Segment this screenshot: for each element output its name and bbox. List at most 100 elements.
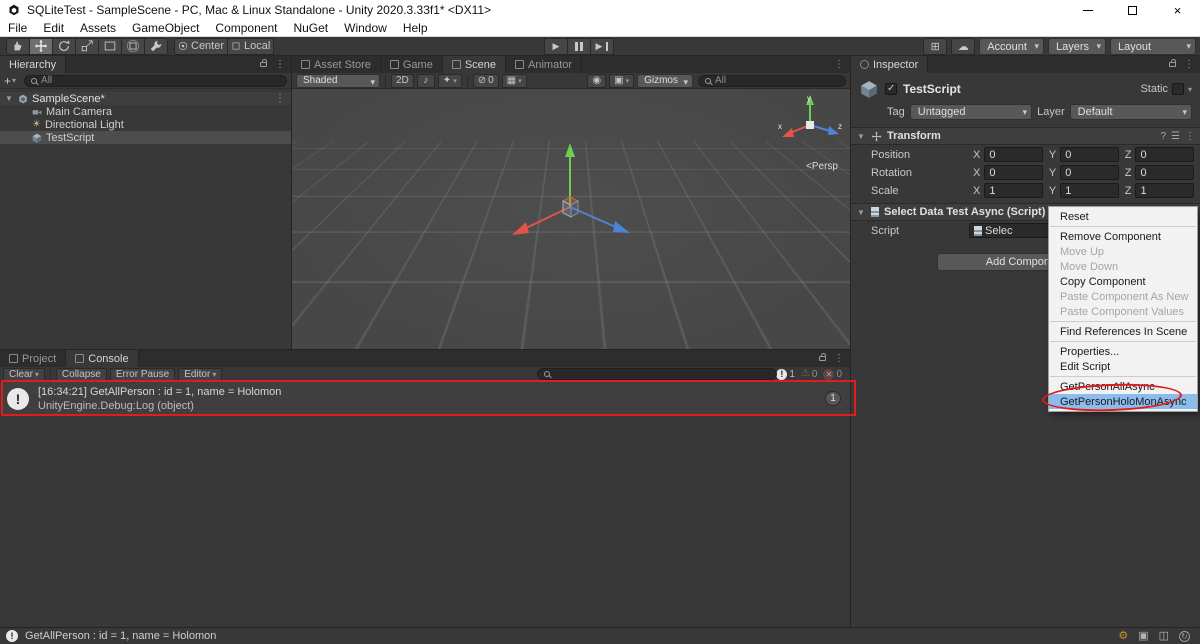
console-log-entry[interactable]: ! [16:34:21] GetAllPerson : id = 1, name… — [0, 382, 850, 416]
rect-tool-button[interactable] — [98, 38, 122, 55]
transform-tool-button[interactable] — [121, 38, 145, 55]
hierarchy-item-main-camera[interactable]: Main Camera — [0, 105, 291, 118]
pivot-local-button[interactable]: Local — [227, 38, 274, 55]
kebab-menu-icon[interactable]: ⋮ — [834, 59, 844, 70]
tab-asset-store[interactable]: Asset Store — [292, 56, 381, 73]
menu-window[interactable]: Window — [336, 21, 395, 35]
account-dropdown[interactable]: Account — [979, 38, 1044, 55]
menu-assets[interactable]: Assets — [72, 21, 124, 35]
tab-hierarchy[interactable]: Hierarchy — [0, 56, 66, 73]
tab-inspector[interactable]: Inspector — [851, 56, 928, 73]
2d-toggle-button[interactable]: 2D — [391, 74, 414, 88]
play-button[interactable]: ▶ — [544, 38, 568, 55]
position-x-field[interactable]: 0 — [984, 147, 1043, 162]
status-message[interactable]: GetAllPerson : id = 1, name = Holomon — [25, 630, 216, 642]
gizmos-dropdown[interactable]: Gizmos — [637, 74, 693, 88]
menu-component[interactable]: Component — [207, 21, 285, 35]
active-checkbox[interactable] — [885, 83, 897, 95]
compile-icon[interactable]: ⚙ — [1118, 631, 1128, 642]
scale-y-field[interactable]: 1 — [1060, 183, 1119, 198]
menu-edit[interactable]: Edit — [35, 21, 72, 35]
progress-spinner-icon[interactable]: ↻ — [1179, 631, 1190, 642]
rotation-x-field[interactable]: 0 — [984, 165, 1043, 180]
custom-tool-button[interactable] — [144, 38, 168, 55]
close-button[interactable]: × — [1155, 0, 1200, 20]
layers-dropdown[interactable]: Layers — [1048, 38, 1106, 55]
orientation-gizmo[interactable]: x y z — [776, 91, 844, 159]
pause-button[interactable] — [567, 38, 591, 55]
move-tool-button[interactable] — [29, 38, 53, 55]
foldout-icon[interactable]: ▼ — [856, 208, 866, 217]
scale-z-field[interactable]: 1 — [1135, 183, 1194, 198]
context-menu-item-find-references[interactable]: Find References In Scene — [1049, 324, 1197, 339]
menu-file[interactable]: File — [0, 21, 35, 35]
console-search-input[interactable] — [537, 368, 777, 380]
kebab-menu-icon[interactable]: ⋮ — [1184, 59, 1194, 70]
scene-viewport[interactable]: x y z <Persp — [292, 89, 850, 349]
scene-root-row[interactable]: ▼ SampleScene* ⋮ — [0, 92, 291, 105]
hierarchy-search-input[interactable]: All — [24, 75, 287, 87]
collapse-button[interactable]: Collapse — [56, 368, 107, 381]
scene-kebab-icon[interactable]: ⋮ — [275, 93, 285, 104]
grid-toggle-button[interactable]: ▦ ▾ — [502, 74, 527, 88]
kebab-menu-icon[interactable]: ⋮ — [1185, 131, 1195, 142]
menu-help[interactable]: Help — [395, 21, 436, 35]
foldout-icon[interactable]: ▼ — [4, 94, 14, 103]
menu-gameobject[interactable]: GameObject — [124, 21, 207, 35]
create-object-button[interactable]: + ▾ — [4, 74, 16, 88]
layer-dropdown[interactable]: Default — [1070, 104, 1192, 120]
hierarchy-item-testscript[interactable]: TestScript — [0, 131, 291, 144]
context-menu-item-reset[interactable]: Reset — [1049, 209, 1197, 224]
context-menu-item-edit-script[interactable]: Edit Script — [1049, 359, 1197, 374]
static-toggle[interactable]: Static ▾ — [1140, 83, 1192, 95]
context-menu-item-getpersonallasync[interactable]: GetPersonAllAsync — [1049, 379, 1197, 394]
visibility-toggle-button[interactable]: ⊘ 0 — [473, 74, 499, 88]
context-menu-item-remove-component[interactable]: Remove Component — [1049, 229, 1197, 244]
kebab-menu-icon[interactable]: ⋮ — [275, 59, 285, 70]
scale-tool-button[interactable] — [75, 38, 99, 55]
hand-tool-button[interactable] — [6, 38, 30, 55]
tag-dropdown[interactable]: Untagged — [910, 104, 1032, 120]
menu-nuget[interactable]: NuGet — [285, 21, 336, 35]
maximize-button[interactable] — [1110, 0, 1155, 20]
cloud-services-button[interactable]: ☁ — [951, 38, 975, 55]
tab-game[interactable]: Game — [381, 56, 443, 73]
scene-search-input[interactable]: All — [698, 75, 846, 87]
position-y-field[interactable]: 0 — [1060, 147, 1119, 162]
context-menu-item-getpersonholomonasync[interactable]: GetPersonHoloMonAsync — [1049, 394, 1197, 409]
scene-camera-button[interactable]: ◉ — [587, 74, 606, 88]
context-menu-item-properties[interactable]: Properties... — [1049, 344, 1197, 359]
error-pause-button[interactable]: Error Pause — [110, 368, 175, 381]
console-window-icon[interactable]: ▣ — [1138, 631, 1148, 642]
minimize-button[interactable] — [1065, 0, 1110, 20]
audio-toggle-button[interactable]: ♪ — [417, 74, 435, 88]
shading-mode-dropdown[interactable]: Shaded — [296, 74, 380, 88]
static-checkbox[interactable] — [1172, 83, 1184, 95]
rotation-y-field[interactable]: 0 — [1060, 165, 1119, 180]
tab-scene[interactable]: Scene — [443, 56, 506, 73]
view-options-button[interactable]: ▣ ▾ — [609, 74, 634, 88]
tab-project[interactable]: Project — [0, 350, 66, 367]
tab-animator[interactable]: Animator — [506, 56, 582, 73]
object-name[interactable]: TestScript — [903, 82, 1134, 96]
tab-console[interactable]: Console — [66, 350, 138, 367]
lock-icon[interactable] — [260, 62, 267, 67]
editor-dropdown[interactable]: Editor ▾ — [178, 368, 222, 381]
hierarchy-item-directional-light[interactable]: ☀ Directional Light — [0, 118, 291, 131]
layout-dropdown[interactable]: Layout — [1110, 38, 1196, 55]
rotation-z-field[interactable]: 0 — [1135, 165, 1194, 180]
clear-button[interactable]: Clear ▾ — [3, 368, 45, 381]
presets-icon[interactable]: ☰ — [1171, 131, 1180, 142]
position-z-field[interactable]: 0 — [1135, 147, 1194, 162]
context-menu-item-copy-component[interactable]: Copy Component — [1049, 274, 1197, 289]
lock-icon[interactable] — [1169, 62, 1176, 67]
lock-icon[interactable] — [819, 356, 826, 361]
collab-button[interactable]: ⊞ — [923, 38, 947, 55]
info-count-badge[interactable]: ! 1 — [776, 369, 795, 380]
status-info-icon[interactable]: ! — [6, 630, 18, 642]
transform-gizmo[interactable] — [502, 117, 642, 247]
transform-component-header[interactable]: ▼ Transform ? ☰ ⋮ — [851, 127, 1200, 145]
error-count-badge[interactable]: ✕ 0 — [823, 369, 842, 380]
foldout-icon[interactable]: ▼ — [856, 132, 866, 141]
perspective-label[interactable]: <Persp — [806, 161, 838, 172]
